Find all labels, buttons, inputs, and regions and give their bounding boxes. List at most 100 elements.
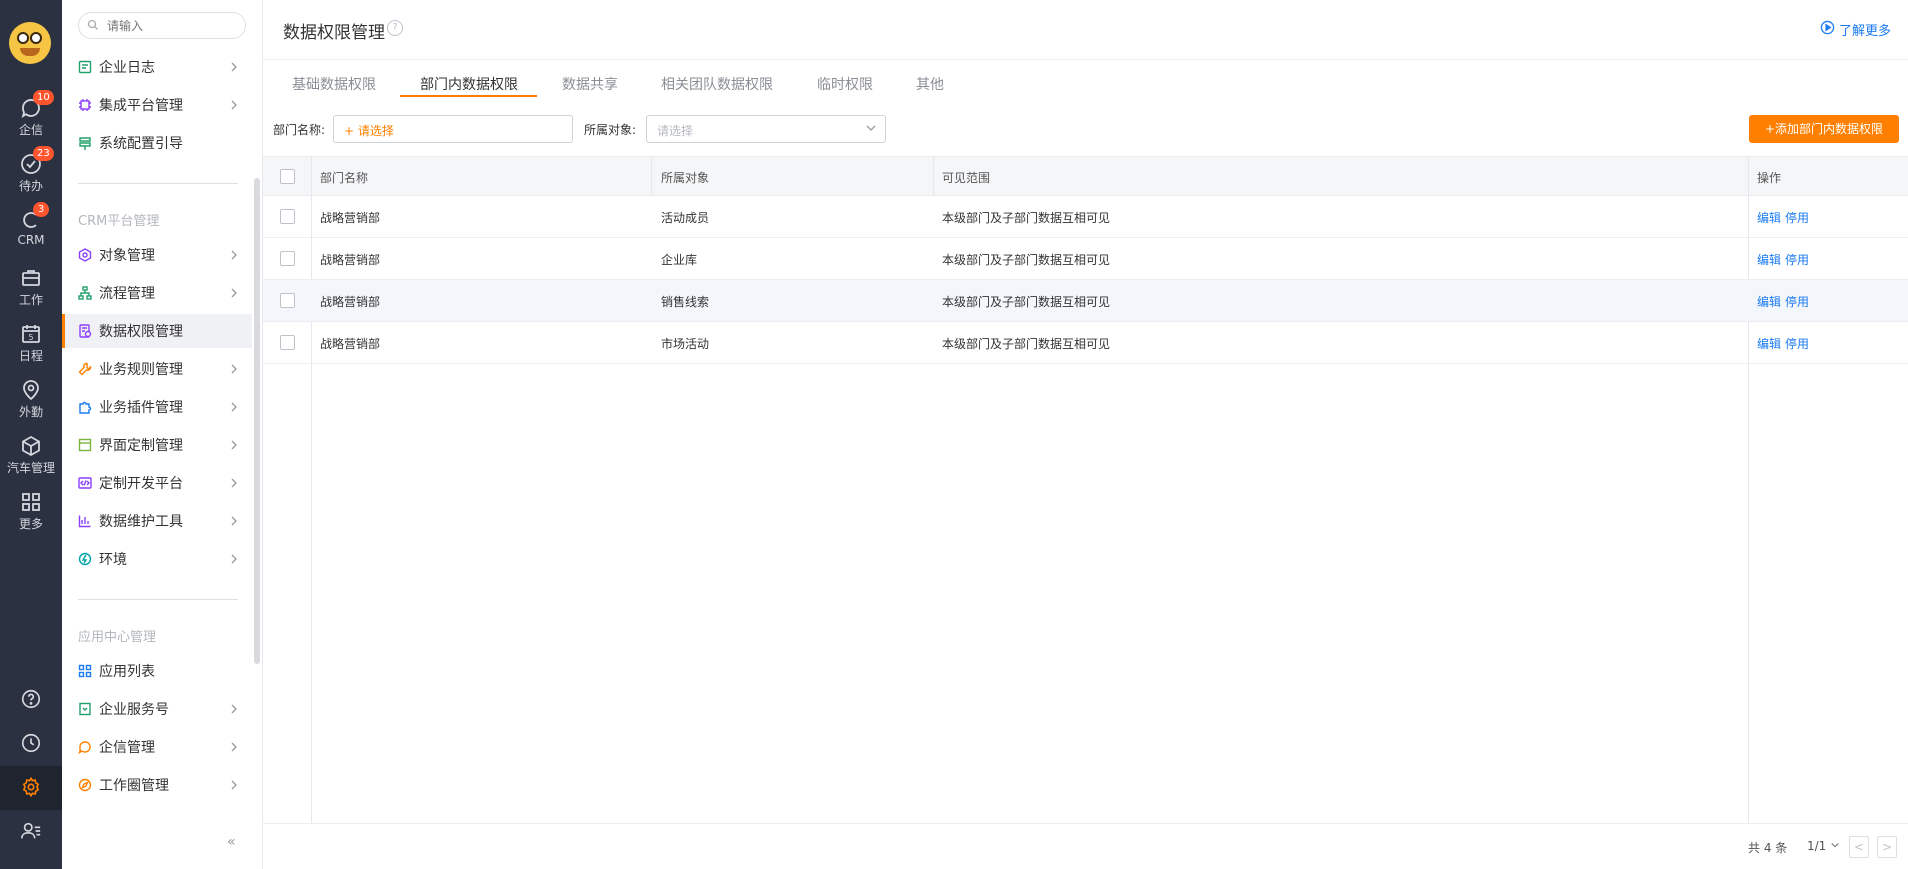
sidebar-item-business-rules[interactable]: 业务规则管理 [62, 352, 252, 386]
puzzle-icon [78, 400, 92, 414]
sidebar-item-label: 企业服务号 [99, 702, 169, 718]
edit-link[interactable]: 编辑 [1757, 335, 1781, 352]
chevron-right-icon [230, 99, 238, 115]
tab-sharing[interactable]: 数据共享 [562, 74, 618, 94]
sidebar-item-work-circle[interactable]: 工作圈管理 [62, 768, 252, 802]
table-row[interactable]: 战略营销部 销售线索 本级部门及子部门数据互相可见 编辑 停用 [263, 280, 1908, 322]
cell-dept: 战略营销部 [320, 211, 381, 225]
rail-item-todo[interactable]: 23 待办 [0, 146, 62, 198]
page-header: 数据权限管理 ? 了解更多 [263, 0, 1908, 60]
sidebar-item-label: 系统配置引导 [99, 136, 183, 152]
help-icon[interactable]: ? [387, 20, 403, 36]
profile-button[interactable] [0, 810, 62, 854]
row-checkbox[interactable] [280, 293, 295, 308]
sidebar-item-business-plugins[interactable]: 业务插件管理 [62, 390, 252, 424]
add-dept-permission-button[interactable]: +添加部门内数据权限 [1749, 115, 1899, 143]
rail-item-field[interactable]: 外勤 [0, 374, 62, 424]
edit-link[interactable]: 编辑 [1757, 209, 1781, 226]
rail-item-calendar[interactable]: 5 日程 [0, 318, 62, 368]
signpost-icon [78, 136, 92, 150]
row-checkbox[interactable] [280, 251, 295, 266]
cell-dept: 战略营销部 [320, 295, 381, 309]
sidebar-item-enterprise-log[interactable]: 企业日志 [62, 50, 252, 84]
tab-department[interactable]: 部门内数据权限 [420, 74, 518, 94]
permission-tabs: 基础数据权限 部门内数据权限 数据共享 相关团队数据权限 临时权限 其他 [263, 60, 1908, 100]
table-row[interactable]: 战略营销部 市场活动 本级部门及子部门数据互相可见 编辑 停用 [263, 322, 1908, 364]
sidebar-item-data-tools[interactable]: 数据维护工具 [62, 504, 252, 538]
disable-link[interactable]: 停用 [1785, 251, 1809, 268]
collapse-sidebar-button[interactable]: « [227, 834, 236, 850]
sidebar-item-integration[interactable]: 集成平台管理 [62, 88, 252, 122]
location-icon [0, 378, 62, 402]
code-icon [78, 476, 92, 490]
active-tab-indicator [400, 95, 537, 97]
tab-basic[interactable]: 基础数据权限 [292, 74, 376, 94]
user-avatar[interactable] [9, 22, 51, 64]
edit-link[interactable]: 编辑 [1757, 251, 1781, 268]
sidebar-item-label: 业务规则管理 [99, 362, 183, 378]
table-row[interactable]: 战略营销部 活动成员 本级部门及子部门数据互相可见 编辑 停用 [263, 196, 1908, 238]
column-divider [651, 156, 652, 196]
rail-item-more[interactable]: 更多 [0, 486, 62, 536]
chevron-right-icon [230, 703, 238, 719]
row-checkbox[interactable] [280, 335, 295, 350]
next-page-button[interactable]: > [1877, 836, 1897, 858]
sidebar-item-label: 集成平台管理 [99, 98, 183, 114]
object-select-placeholder: 请选择 [657, 124, 694, 138]
dept-filter-label: 部门名称: [273, 123, 326, 137]
cell-scope: 本级部门及子部门数据互相可见 [942, 337, 1111, 351]
chevron-right-icon [230, 61, 238, 77]
sidebar-item-data-permission[interactable]: 数据权限管理 [62, 314, 252, 348]
sidebar-item-service-account[interactable]: 企业服务号 [62, 692, 252, 726]
object-select[interactable]: 请选择 [646, 115, 886, 143]
page-title: 数据权限管理 [283, 23, 385, 43]
page-selector[interactable]: 1/1 [1807, 839, 1840, 853]
rail-item-label: 外勤 [18, 405, 43, 419]
sidebar-search-input[interactable] [78, 12, 246, 39]
rail-item-work[interactable]: 工作 [0, 262, 62, 312]
help-button[interactable] [0, 678, 62, 722]
dept-select[interactable]: + 请选择 [333, 115, 573, 143]
disable-link[interactable]: 停用 [1785, 209, 1809, 226]
learn-more-link[interactable]: 了解更多 [1820, 20, 1891, 39]
sidebar-item-process-mgmt[interactable]: 流程管理 [62, 276, 252, 310]
cell-object: 市场活动 [661, 337, 710, 351]
search-icon [87, 19, 99, 35]
sidebar-item-label: 企业日志 [99, 60, 155, 76]
cube-icon [0, 434, 62, 458]
message-badge: 10 [33, 90, 54, 105]
chevron-right-icon [230, 401, 238, 417]
disable-link[interactable]: 停用 [1785, 335, 1809, 352]
tab-other[interactable]: 其他 [916, 74, 944, 94]
sidebar-item-object-mgmt[interactable]: 对象管理 [62, 238, 252, 272]
sidebar-scrollbar[interactable] [254, 178, 260, 664]
rail-item-messages[interactable]: 10 企信 [0, 90, 62, 142]
sidebar-item-config-guide[interactable]: 系统配置引导 [62, 126, 252, 160]
history-button[interactable] [0, 722, 62, 766]
rail-item-car[interactable]: 汽车管理 [0, 430, 62, 480]
chip-icon [78, 98, 92, 112]
tab-team[interactable]: 相关团队数据权限 [661, 74, 773, 94]
cell-object: 活动成员 [661, 211, 710, 225]
disable-link[interactable]: 停用 [1785, 293, 1809, 310]
object-icon [78, 248, 92, 262]
rail-item-crm[interactable]: 3 CRM [0, 202, 62, 254]
table-row[interactable]: 战略营销部 企业库 本级部门及子部门数据互相可见 编辑 停用 [263, 238, 1908, 280]
select-all-checkbox[interactable] [280, 169, 295, 184]
sidebar-item-messaging-mgmt[interactable]: 企信管理 [62, 730, 252, 764]
sidebar-item-environment[interactable]: 环境 [62, 542, 252, 576]
page-indicator: 1/1 [1807, 839, 1827, 853]
tab-temporary[interactable]: 临时权限 [817, 74, 873, 94]
sidebar-item-ui-custom[interactable]: 界面定制管理 [62, 428, 252, 462]
crm-badge: 3 [33, 202, 49, 217]
data-permission-icon [78, 324, 92, 338]
sidebar-item-label: 界面定制管理 [99, 438, 183, 454]
column-header-scope: 可见范围 [942, 171, 991, 185]
sidebar-item-dev-platform[interactable]: 定制开发平台 [62, 466, 252, 500]
row-checkbox[interactable] [280, 209, 295, 224]
chevron-right-icon [230, 477, 238, 493]
edit-link[interactable]: 编辑 [1757, 293, 1781, 310]
settings-button[interactable] [0, 766, 62, 810]
prev-page-button[interactable]: < [1849, 836, 1869, 858]
sidebar-item-app-list[interactable]: 应用列表 [62, 654, 252, 688]
